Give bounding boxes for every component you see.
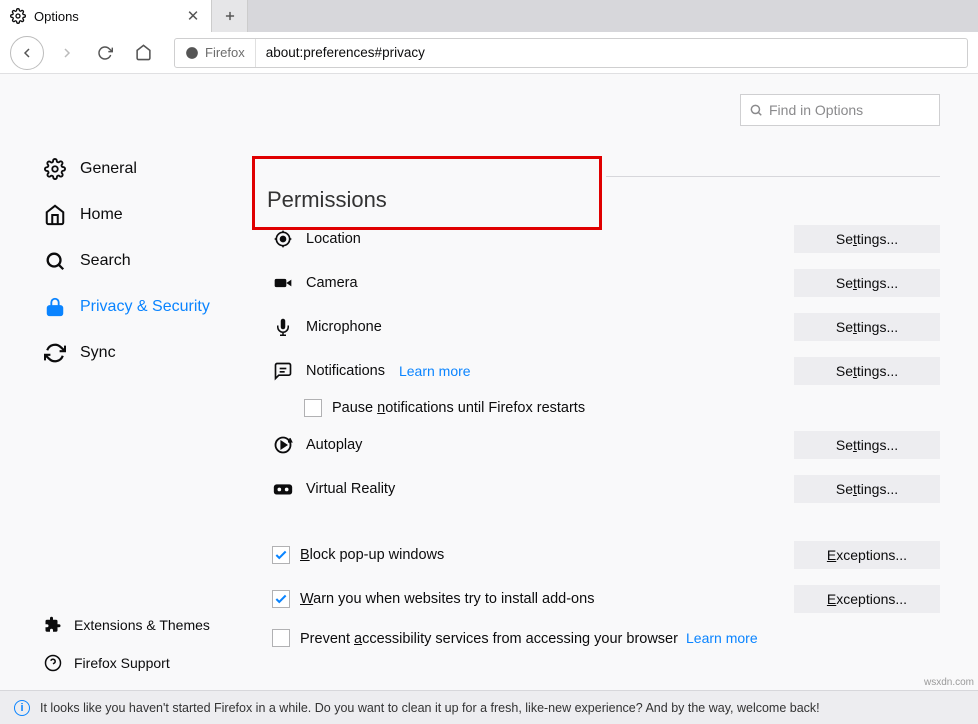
microphone-icon [272, 316, 294, 338]
perm-row-camera: Camera Settings... [252, 261, 940, 305]
sidebar-bottom: Extensions & Themes Firefox Support [0, 606, 240, 682]
perm-label: Location [306, 231, 782, 247]
pause-notifications-row: Pause notifications until Firefox restar… [252, 393, 940, 423]
settings-button-location[interactable]: Settings... [794, 225, 940, 253]
block-popups-row: Block pop-up windows Exceptions... [252, 533, 940, 577]
pause-notifications-checkbox[interactable] [304, 399, 322, 417]
perm-label: Virtual Reality [306, 481, 782, 497]
url-text: about:preferences#privacy [256, 45, 967, 60]
search-input[interactable]: Find in Options [740, 94, 940, 126]
forward-button[interactable] [52, 38, 82, 68]
notice-bar: i It looks like you haven't started Fire… [0, 690, 978, 724]
gear-icon [44, 158, 66, 180]
sidebar-item-extensions[interactable]: Extensions & Themes [0, 606, 240, 644]
perm-label: Camera [306, 275, 782, 291]
sidebar-item-search[interactable]: Search [0, 238, 240, 284]
exceptions-button-popups[interactable]: Exceptions... [794, 541, 940, 569]
perm-row-vr: Virtual Reality Settings... [252, 467, 940, 511]
exceptions-button-addons[interactable]: Exceptions... [794, 585, 940, 613]
sidebar-item-label: Home [80, 206, 123, 224]
sync-icon [44, 342, 66, 364]
prevent-a11y-row: Prevent accessibility services from acce… [252, 621, 940, 655]
perm-label: Autoplay [306, 437, 782, 453]
sidebar-item-label: General [80, 160, 137, 178]
search-icon [749, 103, 763, 117]
identity-box[interactable]: Firefox [175, 39, 256, 67]
close-icon[interactable]: ✕ [185, 8, 201, 24]
sidebar-item-privacy[interactable]: Privacy & Security [0, 284, 240, 330]
settings-button-camera[interactable]: Settings... [794, 269, 940, 297]
tabstrip: Options ✕ [0, 0, 978, 32]
sidebar-item-home[interactable]: Home [0, 192, 240, 238]
search-placeholder: Find in Options [769, 102, 863, 118]
main-panel: Find in Options Permissions Location Set… [240, 74, 978, 690]
checkbox-label: Prevent accessibility services from acce… [300, 630, 940, 647]
home-icon [44, 204, 66, 226]
identity-label: Firefox [205, 45, 245, 60]
sidebar-item-support[interactable]: Firefox Support [0, 644, 240, 682]
tab-title: Options [34, 9, 177, 24]
settings-button-notifications[interactable]: Settings... [794, 357, 940, 385]
camera-icon [272, 272, 294, 294]
sidebar-item-label: Sync [80, 344, 116, 362]
back-button[interactable] [10, 36, 44, 70]
sidebar-item-label: Extensions & Themes [74, 617, 210, 633]
vr-icon [272, 478, 294, 500]
sidebar: General Home Search Privacy & Security S… [0, 74, 240, 690]
new-tab-button[interactable] [212, 0, 248, 32]
watermark: wsxdn.com [924, 677, 974, 688]
section-divider [606, 176, 940, 177]
perm-row-notifications: Notifications Learn more Settings... [252, 349, 940, 393]
perm-row-autoplay: Autoplay Settings... [252, 423, 940, 467]
checkbox-label: Pause notifications until Firefox restar… [332, 400, 940, 416]
warn-addons-row: Warn you when websites try to install ad… [252, 577, 940, 621]
notifications-icon [272, 360, 294, 382]
toolbar: Firefox about:preferences#privacy [0, 32, 978, 74]
warn-addons-checkbox[interactable] [272, 590, 290, 608]
learn-more-link[interactable]: Learn more [686, 630, 758, 646]
checkbox-label: Warn you when websites try to install ad… [300, 591, 784, 607]
sidebar-item-sync[interactable]: Sync [0, 330, 240, 376]
puzzle-icon [44, 616, 62, 634]
content-area: General Home Search Privacy & Security S… [0, 74, 978, 690]
perm-row-microphone: Microphone Settings... [252, 305, 940, 349]
gear-icon [10, 8, 26, 24]
reload-button[interactable] [90, 38, 120, 68]
location-icon [272, 228, 294, 250]
notice-text: It looks like you haven't started Firefo… [40, 701, 820, 715]
perm-label: Microphone [306, 319, 782, 335]
home-button[interactable] [128, 38, 158, 68]
section-heading: Permissions [267, 187, 587, 213]
settings-button-vr[interactable]: Settings... [794, 475, 940, 503]
url-bar[interactable]: Firefox about:preferences#privacy [174, 38, 968, 68]
autoplay-icon [272, 434, 294, 456]
firefox-icon [185, 46, 199, 60]
settings-button-microphone[interactable]: Settings... [794, 313, 940, 341]
checkbox-label: Block pop-up windows [300, 547, 784, 563]
help-icon [44, 654, 62, 672]
sidebar-item-label: Search [80, 252, 131, 270]
block-popups-checkbox[interactable] [272, 546, 290, 564]
search-icon [44, 250, 66, 272]
tab-options[interactable]: Options ✕ [0, 0, 212, 32]
perm-row-location: Location Settings... [252, 217, 940, 261]
lock-icon [44, 296, 66, 318]
settings-button-autoplay[interactable]: Settings... [794, 431, 940, 459]
learn-more-link[interactable]: Learn more [399, 363, 471, 379]
sidebar-item-label: Firefox Support [74, 655, 170, 671]
sidebar-item-label: Privacy & Security [80, 298, 210, 316]
prevent-a11y-checkbox[interactable] [272, 629, 290, 647]
sidebar-item-general[interactable]: General [0, 146, 240, 192]
perm-label: Notifications Learn more [306, 363, 782, 379]
info-icon: i [14, 700, 30, 716]
